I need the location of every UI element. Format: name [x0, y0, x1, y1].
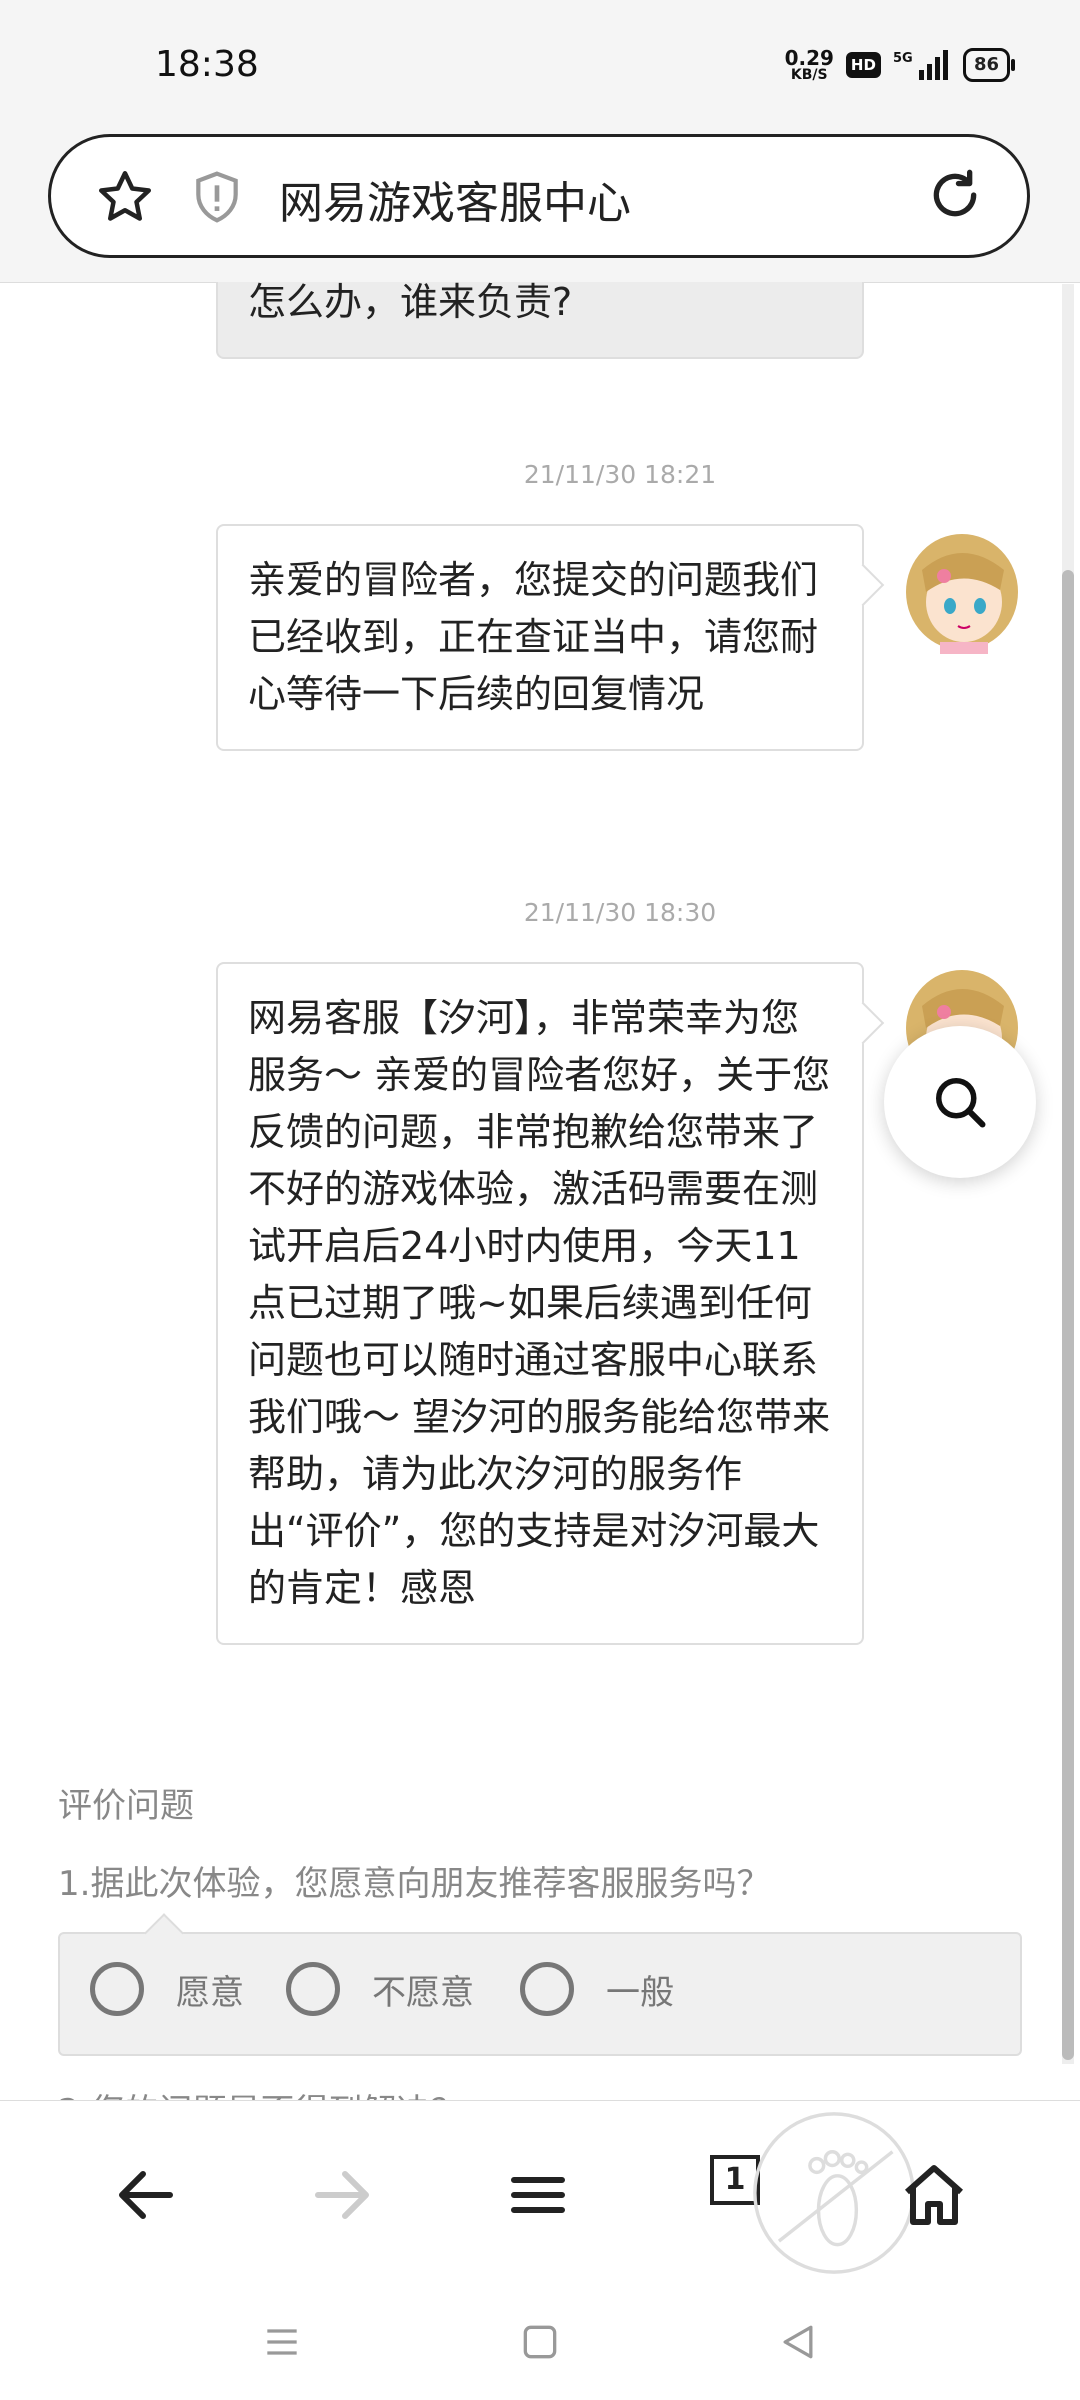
scrollbar-thumb[interactable] — [1062, 570, 1074, 2060]
bookmark-star-icon[interactable] — [95, 167, 155, 227]
search-icon — [936, 1078, 986, 1128]
nav-back-icon[interactable] — [776, 2320, 820, 2364]
evaluation-question-1: 1.据此次体验，您愿意向朋友推荐客服服务吗？ — [58, 1864, 771, 1904]
status-bar: 18:38 0.29 KB/S HD 5G 86 — [0, 0, 1080, 130]
net-speed: 0.29 KB/S — [784, 46, 834, 83]
forward-arrow-icon[interactable] — [306, 2159, 378, 2231]
address-bar[interactable]: 网易游戏客服中心 — [48, 134, 1030, 258]
security-shield-icon[interactable] — [189, 169, 245, 225]
user-message-bubble: 怎么办，谁来负责? — [216, 282, 864, 359]
reload-icon[interactable] — [923, 163, 987, 227]
agent-avatar — [906, 534, 1018, 654]
radio-button[interactable] — [286, 1962, 340, 2016]
browser-toolbar: 1 — [0, 2100, 1080, 2291]
svg-text:5G: 5G — [893, 51, 913, 66]
bubble-tail — [841, 1001, 885, 1045]
message-text: 怎么办，谁来负责? — [248, 282, 573, 324]
message-text: 亲爱的冒险者，您提交的问题我们已经收到，正在查证当中，请您耐心等待一下后续的回复… — [248, 558, 819, 716]
clock: 18:38 — [155, 44, 259, 85]
radio-button[interactable] — [90, 1962, 144, 2016]
chat-area[interactable]: 怎么办，谁来负责? 21/11/30 18:21 亲爱的冒险者，您提交的问题我们… — [0, 282, 1080, 2100]
evaluation-options: 愿意 不愿意 一般 — [58, 1932, 1022, 2056]
search-floating-button[interactable] — [884, 1026, 1036, 1178]
battery-icon: 86 — [962, 48, 1016, 82]
back-arrow-icon[interactable] — [110, 2159, 182, 2231]
signal-5g-icon: 5G — [893, 50, 948, 80]
message-text: 网易客服【汐河】，非常荣幸为您服务～ 亲爱的冒险者您好，关于您反馈的问题，非常抱… — [248, 996, 831, 1610]
agent-message-bubble: 亲爱的冒险者，您提交的问题我们已经收到，正在查证当中，请您耐心等待一下后续的回复… — [216, 524, 885, 751]
option-unwilling[interactable]: 不愿意 — [286, 1962, 474, 2016]
status-icons: 0.29 KB/S HD 5G 86 — [784, 46, 1016, 83]
bubble-tail — [841, 563, 885, 607]
radio-button[interactable] — [520, 1962, 574, 2016]
home-icon[interactable] — [898, 2159, 970, 2231]
hd-badge: HD — [845, 52, 881, 78]
nav-menu-icon[interactable] — [260, 2320, 304, 2364]
menu-icon[interactable] — [502, 2159, 574, 2231]
page-title: 网易游戏客服中心 — [279, 178, 631, 229]
footprint-watermark-icon — [753, 2112, 915, 2274]
system-nav-bar — [0, 2290, 1080, 2400]
evaluation-title: 评价问题 — [58, 1786, 194, 1826]
message-timestamp: 21/11/30 18:30 — [523, 898, 717, 927]
option-neutral[interactable]: 一般 — [520, 1962, 674, 2016]
browser-address-area: 网易游戏客服中心 — [0, 130, 1080, 283]
nav-home-icon[interactable] — [518, 2320, 562, 2364]
agent-message-bubble: 网易客服【汐河】，非常荣幸为您服务～ 亲爱的冒险者您好，关于您反馈的问题，非常抱… — [216, 962, 885, 1645]
message-timestamp: 21/11/30 18:21 — [523, 460, 717, 489]
option-willing[interactable]: 愿意 — [90, 1962, 244, 2016]
